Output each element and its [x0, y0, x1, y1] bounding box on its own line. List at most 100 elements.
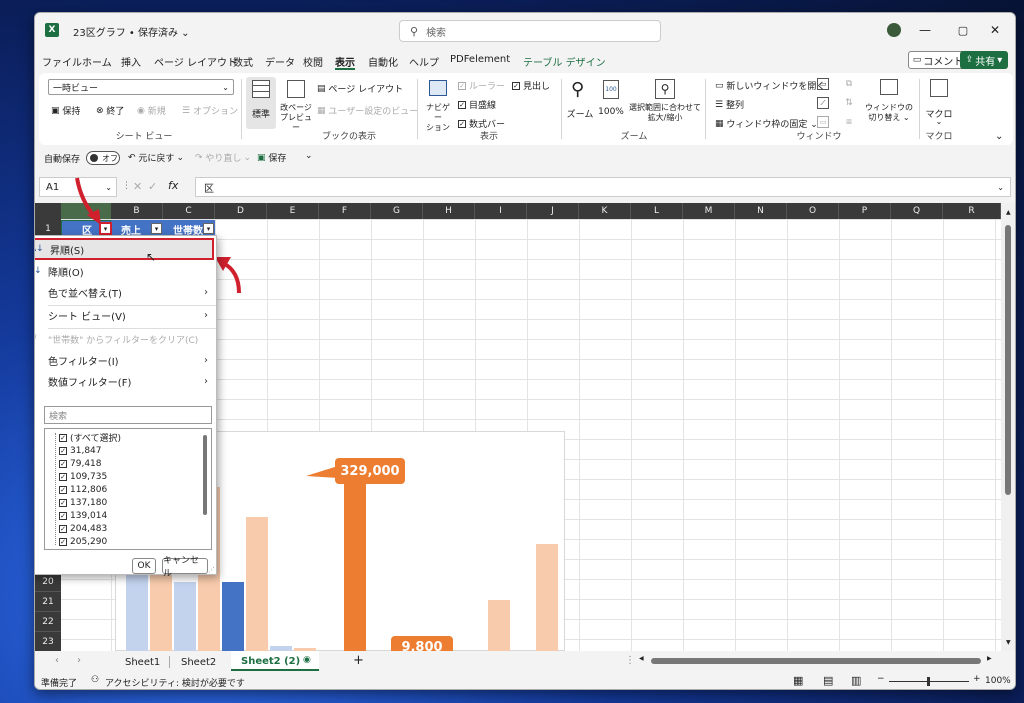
cancel-icon[interactable]: ✕: [133, 180, 142, 193]
customize-qat-icon[interactable]: ⌄: [305, 151, 313, 161]
column-header[interactable]: K: [579, 203, 631, 219]
minimize-icon[interactable]: —: [917, 22, 933, 38]
gridlines-checkbox[interactable]: ✓ 目盛線: [458, 98, 496, 111]
normal-view-button[interactable]: 標準: [246, 77, 276, 129]
tab-formulas[interactable]: 数式: [233, 54, 253, 69]
keep-button[interactable]: ▣ 保持: [51, 104, 80, 118]
zoom-button[interactable]: ⚲ ズーム: [566, 77, 594, 127]
tab-pdfelement[interactable]: PDFelement: [450, 54, 510, 65]
tab-view[interactable]: 表示: [335, 54, 355, 69]
scroll-right-icon[interactable]: ▶: [987, 655, 992, 662]
row-header[interactable]: 22: [35, 612, 61, 632]
horizontal-scrollbar[interactable]: ◀ ▶: [639, 655, 995, 665]
column-header[interactable]: G: [371, 203, 423, 219]
scroll-thumb[interactable]: [1005, 225, 1011, 495]
undo-button[interactable]: ↶ 元に戻す ⌄: [128, 151, 184, 165]
page-layout-view-icon[interactable]: ▤: [823, 674, 833, 687]
chevron-left-icon[interactable]: ‹: [55, 655, 59, 666]
arrange-button[interactable]: ☰ 整列: [715, 98, 744, 112]
vertical-scrollbar[interactable]: ▲ ▼: [1001, 203, 1015, 651]
filter-item[interactable]: ✓ 137,180: [45, 496, 211, 509]
row-header[interactable]: 21: [35, 592, 61, 612]
new-window-button[interactable]: ▭ 新しいウィンドウを開く: [715, 79, 825, 93]
navigation-button[interactable]: ナビゲー ション: [423, 77, 453, 132]
sort-by-color-item[interactable]: 色で並べ替え(T) ›: [35, 281, 214, 303]
zoom-to-selection-button[interactable]: ⚲ 選択範囲に合わせて 拡大/縮小: [629, 77, 701, 127]
filter-item[interactable]: ✓ 205,290: [45, 535, 211, 548]
filter-dropdown-b1[interactable]: ▾: [151, 223, 162, 234]
column-header[interactable]: O: [787, 203, 839, 219]
formula-input[interactable]: 区 ⌄: [195, 177, 1011, 197]
tab-help[interactable]: ヘルプ: [409, 54, 439, 69]
ruler-checkbox[interactable]: ✓ ルーラー: [458, 79, 505, 92]
column-header[interactable]: M: [683, 203, 735, 219]
split-icon[interactable]: ▭: [817, 78, 829, 90]
sheet-tab-sheet2[interactable]: Sheet2: [181, 657, 216, 668]
page-layout-button[interactable]: ▤ ページ レイアウト: [317, 82, 403, 96]
enter-icon[interactable]: ✓: [148, 180, 157, 193]
column-header[interactable]: C: [163, 203, 215, 219]
list-scrollbar[interactable]: [203, 435, 207, 515]
close-icon[interactable]: ✕: [987, 22, 1003, 38]
number-filter-item[interactable]: 数値フィルター(F) ›: [35, 370, 214, 392]
zoom-percent[interactable]: 100%: [985, 676, 1011, 686]
sheet-tab-sheet1[interactable]: Sheet1: [125, 657, 160, 668]
sort-descending-item[interactable]: Z↓ 降順(O): [35, 260, 214, 282]
redo-button[interactable]: ↷ やり直し ⌄: [195, 151, 251, 165]
zoom-out-icon[interactable]: −: [877, 674, 885, 684]
macro-button[interactable]: マクロ ⌄: [924, 77, 954, 127]
column-header[interactable]: I: [475, 203, 527, 219]
ok-button[interactable]: OK: [132, 558, 156, 574]
chevron-right-icon[interactable]: ›: [77, 655, 81, 666]
tab-home[interactable]: ホーム: [82, 54, 112, 69]
reset-position-icon[interactable]: ⧈: [843, 116, 855, 128]
cancel-button[interactable]: キャンセル: [162, 556, 208, 579]
column-header[interactable]: D: [215, 203, 267, 219]
tab-insert[interactable]: 挿入: [121, 54, 141, 69]
scroll-down-icon[interactable]: ▼: [1006, 639, 1011, 646]
scroll-up-icon[interactable]: ▲: [1006, 209, 1011, 216]
filter-item[interactable]: ✓ 204,483: [45, 522, 211, 535]
column-header[interactable]: B: [111, 203, 163, 219]
column-header[interactable]: R: [943, 203, 1001, 219]
autosave-toggle[interactable]: オフ: [86, 151, 120, 165]
sort-ascending-item[interactable]: A↓ 昇順(S): [35, 238, 214, 260]
sheet-view-item[interactable]: シート ビュー(V) ›: [35, 304, 214, 326]
tab-file[interactable]: ファイル: [42, 54, 82, 69]
accessibility-status[interactable]: アクセシビリティ: 検討が必要です: [105, 676, 245, 689]
resize-grip-icon[interactable]: ⋰: [208, 566, 215, 574]
column-header[interactable]: P: [839, 203, 891, 219]
scroll-thumb[interactable]: [651, 658, 981, 664]
new-button[interactable]: ◉ 新規: [137, 104, 166, 118]
filter-dropdown-c1[interactable]: ▾: [203, 223, 214, 234]
page-break-preview-button[interactable]: 改ページ プレビュー: [279, 77, 313, 132]
clear-filter-item[interactable]: ⊽ "世帯数" からフィルターをクリア(C): [35, 328, 214, 350]
tab-automate[interactable]: 自動化: [368, 54, 398, 69]
filter-search-input[interactable]: 検索: [44, 406, 212, 424]
tab-review[interactable]: 校閲: [303, 54, 323, 69]
search-box[interactable]: ⚲ 検索: [399, 20, 661, 42]
insert-function-icon[interactable]: fx: [168, 179, 178, 192]
side-by-side-icon[interactable]: ⧉: [843, 78, 855, 90]
column-header[interactable]: Q: [891, 203, 943, 219]
avatar[interactable]: [887, 23, 901, 37]
tab-page-layout[interactable]: ページ レイアウト: [154, 54, 237, 69]
zoom-100-button[interactable]: 100 100%: [597, 77, 625, 127]
custom-views-button[interactable]: ▦ ユーザー設定のビュー: [317, 104, 418, 118]
share-button[interactable]: ⇪ 共有 ▾: [960, 51, 1008, 69]
scroll-left-icon[interactable]: ◀: [639, 655, 644, 662]
row-header[interactable]: 20: [35, 572, 61, 592]
zoom-in-icon[interactable]: +: [973, 674, 981, 684]
switch-windows-button[interactable]: ウィンドウの 切り替え ⌄: [865, 77, 913, 127]
more-sheets-icon[interactable]: ⋮: [625, 655, 635, 666]
sync-scroll-icon[interactable]: ⇅: [843, 97, 855, 109]
column-header[interactable]: L: [631, 203, 683, 219]
filter-item[interactable]: ✓ 112,806: [45, 483, 211, 496]
column-header[interactable]: E: [267, 203, 319, 219]
options-button[interactable]: ☰ オプション: [182, 104, 238, 118]
filter-item[interactable]: ✓ 79,418: [45, 457, 211, 470]
column-header[interactable]: J: [527, 203, 579, 219]
filter-item[interactable]: ✓ 139,014: [45, 509, 211, 522]
color-filter-item[interactable]: 色フィルター(I) ›: [35, 349, 214, 371]
sheet-tab-active[interactable]: Sheet2 (2) ◉: [231, 651, 319, 671]
